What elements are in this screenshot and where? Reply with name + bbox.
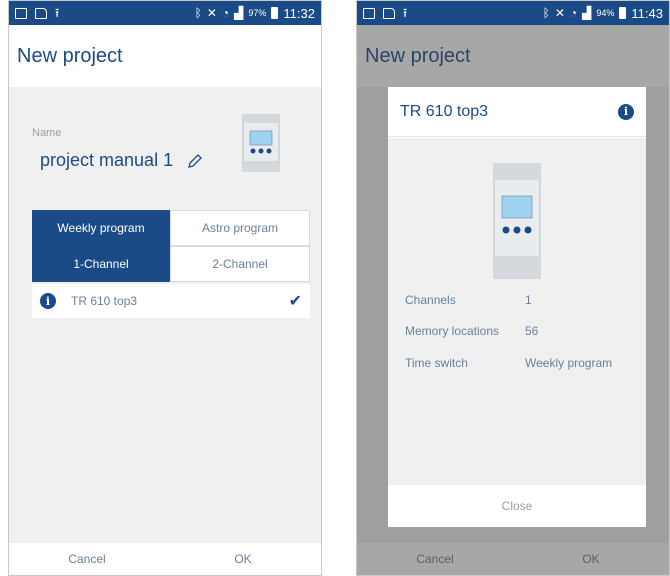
document-icon <box>35 7 47 19</box>
info-icon[interactable]: i <box>40 293 56 309</box>
battery-icon <box>271 7 279 19</box>
program-tabs: Weekly program Astro program <box>32 210 310 246</box>
info-icon: i <box>618 103 634 120</box>
battery-percent: 97% <box>248 8 267 18</box>
tab-weekly-program[interactable]: Weekly program <box>32 210 170 246</box>
property-label: Channels <box>405 293 456 307</box>
ok-button[interactable]: OK <box>165 543 321 575</box>
mute-icon: ✕ <box>554 6 565 20</box>
device-image <box>242 114 280 172</box>
property-value: Weekly program <box>525 356 613 370</box>
property-label: Time switch <box>405 356 468 370</box>
screen-new-project: ⭱ ᛒ ✕ ◔ ▟ 97% 11:32 New project Name pro… <box>8 0 322 576</box>
status-bar: ⭱ ᛒ ✕ ◔ ▟ 94% 11:43 <box>357 1 669 25</box>
wifi-icon: ◔ <box>569 6 578 20</box>
signal-icon: ▟ <box>582 6 592 20</box>
status-bar: ⭱ ᛒ ✕ ◔ ▟ 97% 11:32 <box>9 1 321 25</box>
close-button[interactable]: Close <box>388 485 646 527</box>
pencil-icon[interactable] <box>187 153 203 169</box>
gallery-icon <box>15 7 27 19</box>
device-list-item[interactable]: i TR 610 top3 ✔ <box>32 284 310 318</box>
property-row: Memory locations 56 <box>405 324 538 338</box>
property-row: Channels 1 <box>405 293 532 307</box>
dialog-body: Channels 1 Memory locations 56 Time swit… <box>388 138 646 485</box>
device-image <box>493 163 541 279</box>
bluetooth-icon: ᛒ <box>542 6 550 20</box>
property-label: Memory locations <box>405 324 500 338</box>
document-icon <box>383 7 395 19</box>
gallery-icon <box>363 7 375 19</box>
dialog-title: TR 610 top3 <box>400 102 489 120</box>
page-title: New project <box>9 25 321 87</box>
clock: 11:43 <box>631 5 663 21</box>
tab-2-channel[interactable]: 2-Channel <box>170 246 310 282</box>
device-info-dialog: TR 610 top3 i Channels 1 Memory location… <box>388 87 646 527</box>
property-value: 56 <box>525 324 539 338</box>
mute-icon: ✕ <box>206 6 217 20</box>
channel-tabs: 1-Channel 2-Channel <box>32 246 310 282</box>
screen-device-info: ⭱ ᛒ ✕ ◔ ▟ 94% 11:43 New project Cancel O… <box>356 0 670 576</box>
project-name-field[interactable]: project manual 1 <box>40 150 203 171</box>
upload-icon: ⭱ <box>403 6 408 20</box>
bluetooth-icon: ᛒ <box>194 6 202 20</box>
cancel-button[interactable]: Cancel <box>9 543 165 575</box>
name-label: Name <box>32 127 62 139</box>
tab-1-channel[interactable]: 1-Channel <box>32 246 170 282</box>
project-form: Name project manual 1 Weekly program Ast… <box>9 87 321 543</box>
battery-icon <box>619 7 627 19</box>
device-name: TR 610 top3 <box>71 294 138 308</box>
tab-astro-program[interactable]: Astro program <box>170 210 310 246</box>
wifi-icon: ◔ <box>221 6 230 20</box>
battery-percent: 94% <box>596 8 615 18</box>
dialog-header: TR 610 top3 i <box>388 87 646 137</box>
clock: 11:32 <box>283 5 315 21</box>
property-value: 1 <box>525 293 532 307</box>
action-bar: Cancel OK <box>9 543 321 575</box>
check-icon: ✔ <box>288 293 302 310</box>
signal-icon: ▟ <box>234 6 244 20</box>
project-name-text: project manual 1 <box>40 150 174 170</box>
upload-icon: ⭱ <box>55 6 60 20</box>
property-row: Time switch Weekly program <box>405 356 612 370</box>
